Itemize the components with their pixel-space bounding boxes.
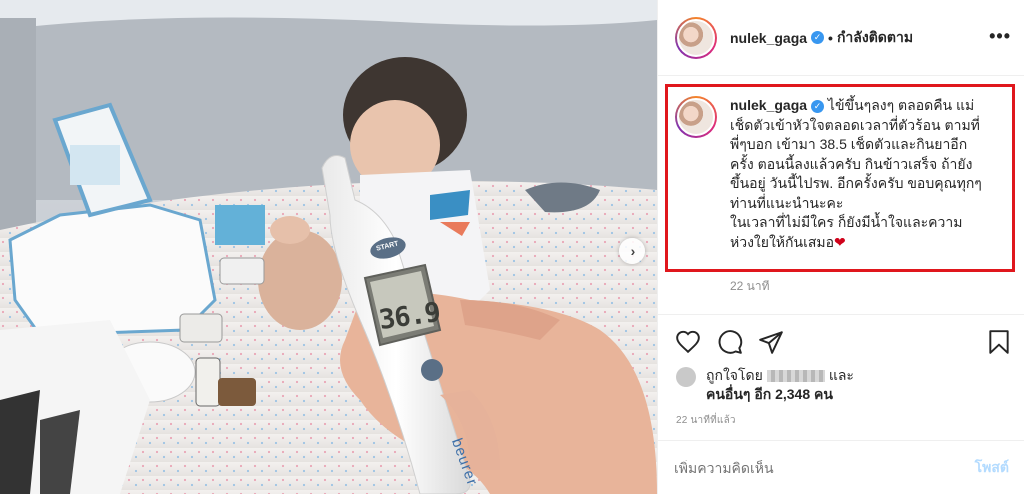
highlight-box [665,84,1015,272]
verified-badge-icon: ✓ [811,31,825,44]
post-header: nulek_gaga ✓ • กำลังติดตาม ••• [658,0,1024,76]
caption-time: 22 นาที [730,279,770,293]
header-separator: • [828,29,833,46]
liker-avatar[interactable] [676,367,696,387]
post-comment-button[interactable]: โพสต์ [975,457,1009,479]
photo-scene [0,0,657,494]
likes-count-link[interactable]: คนอื่นๆ อีก 2,348 คน [706,386,833,402]
comment-icon[interactable] [717,329,743,355]
heart-icon[interactable] [675,329,701,355]
more-horizontal-icon[interactable]: ••• [989,26,1011,47]
post-timestamp[interactable]: 22 นาทีที่แล้ว [676,413,736,428]
header-username[interactable]: nulek_gaga [730,30,807,46]
likes-summary: ถูกใจโดย และ คนอื่นๆ อีก 2,348 คน [676,366,854,404]
following-button[interactable]: กำลังติดตาม [837,27,913,49]
chevron-right-icon: › [630,243,636,259]
likes-text: ถูกใจโดย และ คนอื่นๆ อีก 2,348 คน [706,366,854,404]
likes-prefix: ถูกใจโดย [706,367,763,383]
next-photo-button[interactable]: › [619,238,645,264]
avatar[interactable] [675,16,717,59]
share-icon[interactable] [758,329,784,355]
post-photo[interactable]: START 36.9 beurer › [0,0,657,494]
blurred-username [766,370,825,383]
instagram-post: START 36.9 beurer › nulek_gaga ✓ • กำลัง… [0,0,1024,494]
bookmark-icon[interactable] [986,329,1012,355]
comment-bar: โพสต์ [658,440,1024,494]
likes-and: และ [828,367,854,383]
action-bar [658,314,1024,370]
comment-input[interactable] [674,459,975,476]
